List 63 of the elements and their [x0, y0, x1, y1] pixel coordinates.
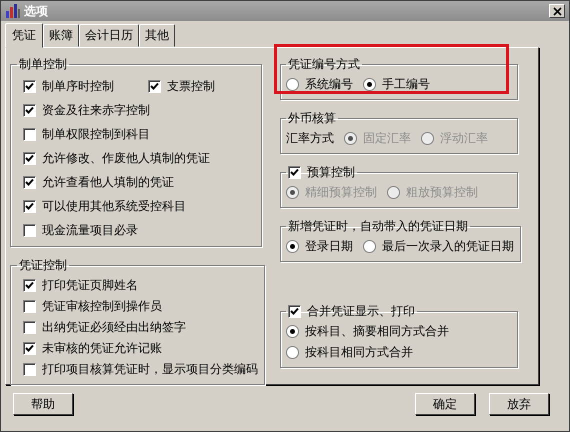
checkbox[interactable]	[23, 363, 36, 376]
option-label: 出纳凭证必须经由出纳签字	[42, 319, 186, 336]
option-label: 凭证审核控制到操作员	[42, 298, 162, 315]
option-label: 固定汇率	[363, 130, 411, 147]
checkbox[interactable]	[23, 176, 36, 188]
tab[interactable]: 其他	[139, 24, 175, 47]
checkbox[interactable]	[23, 224, 36, 236]
tab[interactable]: 账簿	[43, 24, 79, 47]
option-label: 最后一次录入的凭证日期	[382, 238, 514, 255]
option-label: 打印项目核算凭证时，显示项目分类编码	[42, 361, 258, 378]
option-label: 粗放预算控制	[406, 184, 478, 201]
group-title: 外币核算	[288, 111, 336, 125]
close-icon	[552, 6, 562, 16]
radio-button[interactable]	[363, 78, 376, 91]
dialog-button[interactable]: 帮助	[13, 393, 73, 415]
checkbox[interactable]	[23, 200, 36, 212]
option-label: 浮动汇率	[440, 130, 488, 147]
bar-chart-icon	[5, 4, 21, 18]
option-label: 制单序时控制	[42, 78, 114, 94]
dialog-button[interactable]: 放弃	[489, 393, 549, 415]
option-label: 系统编号	[305, 76, 353, 93]
radio-button[interactable]	[286, 78, 299, 91]
group-title: 预算控制	[307, 164, 355, 181]
option-label: 未审核的凭证允许记账	[42, 340, 162, 357]
option-label: 现金流量项目必录	[42, 222, 138, 238]
checkbox[interactable]	[23, 279, 36, 292]
option-label: 制单权限控制到科目	[42, 126, 150, 142]
option-label: 打印凭证页脚姓名	[42, 277, 138, 294]
close-button[interactable]	[549, 4, 565, 18]
checkbox[interactable]	[23, 321, 36, 334]
option-label: 可以使用其他系统受控科目	[42, 198, 186, 214]
dialog-button[interactable]: 确定	[415, 393, 475, 415]
checkbox[interactable]	[148, 80, 161, 92]
field-label: 汇率方式	[286, 130, 334, 147]
checkbox[interactable]	[288, 166, 301, 179]
option-label: 登录日期	[305, 238, 353, 255]
checkbox[interactable]	[23, 80, 36, 92]
option-label: 支票控制	[167, 78, 215, 94]
option-label: 允许查看他人填制的凭证	[42, 174, 174, 190]
checkbox[interactable]	[23, 128, 36, 140]
option-label: 按科目相同方式合并	[305, 344, 413, 361]
radio-button[interactable]	[286, 325, 299, 338]
radio-button[interactable]	[286, 240, 299, 253]
option-label: 资金及往来赤字控制	[42, 102, 150, 118]
option-label: 手工编号	[382, 76, 430, 93]
checkbox[interactable]	[288, 305, 301, 318]
group-title: 凭证控制	[19, 258, 67, 272]
group-title: 合并凭证显示、打印	[307, 303, 415, 320]
radio-button[interactable]	[363, 240, 376, 253]
option-label: 允许修改、作废他人填制的凭证	[42, 150, 210, 166]
group-title: 凭证编号方式	[288, 57, 360, 71]
checkbox[interactable]	[23, 104, 36, 116]
group-title: 新增凭证时，自动带入的凭证日期	[288, 219, 468, 233]
checkbox[interactable]	[23, 300, 36, 313]
window-title: 选项	[24, 2, 49, 20]
checkbox[interactable]	[23, 342, 36, 355]
tab[interactable]: 凭证	[5, 23, 43, 48]
radio-button[interactable]	[286, 346, 299, 359]
group-title: 制单控制	[19, 57, 67, 71]
option-label: 精细预算控制	[305, 184, 377, 201]
option-label: 按科目、摘要相同方式合并	[305, 323, 449, 340]
tab[interactable]: 会计日历	[79, 24, 139, 47]
checkbox[interactable]	[23, 152, 36, 164]
